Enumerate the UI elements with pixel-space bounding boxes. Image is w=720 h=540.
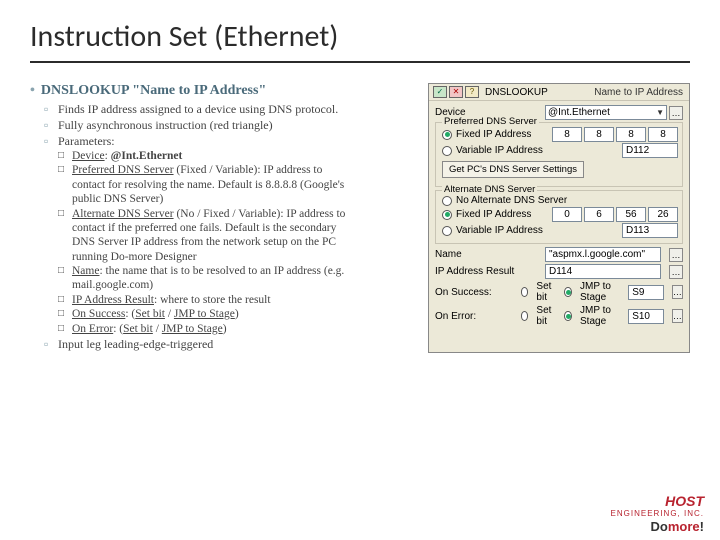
main-bullet: •DNSLOOKUP "Name to IP Address" — [30, 83, 424, 99]
onerror-label: On Error: — [435, 311, 515, 322]
alt-ip-1[interactable]: 0 — [552, 207, 582, 222]
cancel-button[interactable]: ✕ — [449, 86, 463, 98]
alt-ip-2[interactable]: 6 — [584, 207, 614, 222]
err-picker-button[interactable]: … — [672, 309, 683, 323]
ipresult-label: IP Address Result — [435, 266, 539, 277]
name-field[interactable]: "aspmx.l.google.com" — [545, 247, 661, 262]
var-ip-field[interactable]: D112 — [622, 143, 678, 158]
ip-octet-1[interactable]: 8 — [552, 127, 582, 142]
bullet-leg: Input leg leading-edge-triggered — [58, 337, 424, 352]
radio-alt-fixed[interactable] — [442, 210, 452, 220]
bullet-params: Parameters: Device: @Int.Ethernet Prefer… — [58, 134, 424, 336]
device-combo[interactable]: @Int.Ethernet▼ — [545, 105, 667, 120]
param-alt: Alternate DNS Server (No / Fixed / Varia… — [72, 207, 352, 265]
param-pref: Preferred DNS Server (Fixed / Variable):… — [72, 163, 352, 206]
help-button[interactable]: ? — [465, 86, 479, 98]
ipresult-picker-button[interactable]: … — [669, 265, 683, 279]
param-succ: On Success: (Set bit / JMP to Stage) — [72, 307, 424, 321]
err-stage-field[interactable]: S10 — [628, 309, 664, 324]
radio-variable-ip[interactable] — [442, 146, 452, 156]
ip-octet-4[interactable]: 8 — [648, 127, 678, 142]
alternate-dns-group: Alternate DNS Server No Alternate DNS Se… — [435, 190, 683, 244]
succ-radio-setbit[interactable] — [521, 287, 529, 297]
ipresult-field[interactable]: D114 — [545, 264, 661, 279]
footer-logo: HOSTENGINEERING, INC. Domore! — [611, 493, 704, 534]
get-pc-dns-button[interactable]: Get PC's DNS Server Settings — [442, 161, 584, 178]
bullet-finds: Finds IP address assigned to a device us… — [58, 102, 358, 117]
alt-var-field[interactable]: D113 — [622, 223, 678, 238]
dialog-title: DNSLOOKUP — [485, 87, 548, 98]
radio-fixed-ip[interactable] — [442, 130, 452, 140]
err-radio-setbit[interactable] — [521, 311, 529, 321]
device-picker-button[interactable]: … — [669, 106, 683, 120]
dnslookup-dialog: ✓ ✕ ? DNSLOOKUP Name to IP Address Devic… — [428, 83, 690, 353]
name-label: Name — [435, 249, 539, 260]
succ-stage-field[interactable]: S9 — [628, 285, 664, 300]
param-name: Name: the name that is to be resolved to… — [72, 264, 424, 293]
err-radio-jmp[interactable] — [564, 311, 572, 321]
page-title: Instruction Set (Ethernet) — [30, 18, 690, 63]
param-err: On Error: (Set bit / JMP to Stage) — [72, 322, 424, 336]
name-picker-button[interactable]: … — [669, 248, 683, 262]
alt-ip-3[interactable]: 56 — [616, 207, 646, 222]
dialog-subtitle: Name to IP Address — [550, 87, 685, 98]
chevron-down-icon: ▼ — [656, 108, 664, 117]
radio-no-alt[interactable] — [442, 196, 452, 206]
alt-ip-4[interactable]: 26 — [648, 207, 678, 222]
param-device: Device: @Int.Ethernet — [72, 149, 424, 163]
onsuccess-label: On Success: — [435, 287, 515, 298]
param-ipr: IP Address Result: where to store the re… — [72, 293, 424, 307]
ip-octet-2[interactable]: 8 — [584, 127, 614, 142]
succ-radio-jmp[interactable] — [564, 287, 572, 297]
radio-alt-variable[interactable] — [442, 226, 452, 236]
ok-button[interactable]: ✓ — [433, 86, 447, 98]
bullet-async: Fully asynchronous instruction (red tria… — [58, 118, 318, 133]
succ-picker-button[interactable]: … — [672, 285, 683, 299]
ip-octet-3[interactable]: 8 — [616, 127, 646, 142]
preferred-dns-group: Preferred DNS Server Fixed IP Address 8 … — [435, 122, 683, 187]
